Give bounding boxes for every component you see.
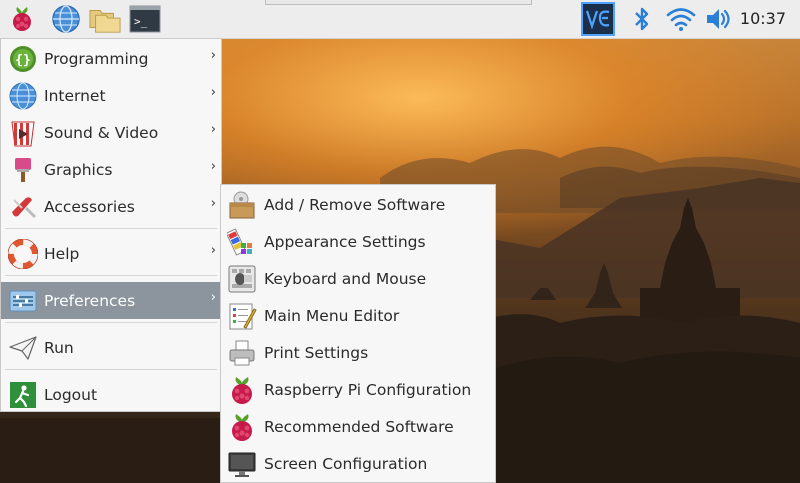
top-panel: >_ 10:37 (0, 0, 800, 39)
vnc-icon[interactable] (581, 2, 615, 36)
menu-item-logout[interactable]: Logout (1, 376, 221, 413)
menu-item-graphics[interactable]: Graphics › (1, 151, 221, 188)
svg-text:{}: {} (15, 53, 31, 68)
preferences-submenu: Add / Remove Software Appearance Setting… (220, 184, 496, 483)
chevron-right-icon: › (210, 122, 216, 137)
chevron-right-icon: › (210, 290, 216, 305)
wifi-icon[interactable] (665, 3, 697, 35)
menu-item-label: Graphics (44, 160, 113, 179)
printer-icon (226, 337, 258, 369)
menu-item-label: Screen Configuration (264, 454, 428, 473)
menu-item-screen-configuration[interactable]: Screen Configuration (221, 445, 495, 482)
menu-item-label: Raspberry Pi Configuration (264, 380, 472, 399)
logout-icon (7, 379, 39, 411)
internet-icon (7, 80, 39, 112)
terminal-icon[interactable]: >_ (129, 3, 161, 35)
keyboard-mouse-icon (226, 263, 258, 295)
bluetooth-icon[interactable] (626, 3, 658, 35)
application-menu: {} Programming › Internet › Sound & Vide… (0, 38, 222, 412)
menu-item-keyboard-and-mouse[interactable]: Keyboard and Mouse (221, 260, 495, 297)
chevron-right-icon: › (210, 243, 216, 258)
help-icon (7, 238, 39, 270)
web-browser-icon[interactable] (50, 3, 82, 35)
menu-item-label: Accessories (44, 197, 135, 216)
package-icon (226, 189, 258, 221)
chevron-right-icon: › (210, 48, 216, 63)
menu-item-label: Print Settings (264, 343, 369, 362)
menu-item-preferences[interactable]: Preferences › (1, 282, 221, 319)
accessories-icon (7, 191, 39, 223)
appearance-icon (226, 226, 258, 258)
menu-item-label: Help (44, 244, 80, 263)
volume-icon[interactable] (703, 3, 735, 35)
menu-item-label: Programming (44, 49, 149, 68)
file-manager-icon[interactable] (89, 3, 121, 35)
taskbar-window-list[interactable] (265, 0, 532, 5)
preferences-icon (7, 285, 39, 317)
menu-item-label: Appearance Settings (264, 232, 426, 251)
menu-item-recommended-software[interactable]: Recommended Software (221, 408, 495, 445)
menu-separator (5, 228, 217, 229)
raspberry-icon (226, 411, 258, 443)
raspberry-icon (226, 374, 258, 406)
menu-item-label: Run (44, 338, 74, 357)
menu-item-main-menu-editor[interactable]: Main Menu Editor (221, 297, 495, 334)
run-icon (7, 332, 39, 364)
menu-separator (5, 275, 217, 276)
menu-item-label: Main Menu Editor (264, 306, 400, 325)
menu-item-add-remove-software[interactable]: Add / Remove Software (221, 186, 495, 223)
menu-item-sound-video[interactable]: Sound & Video › (1, 114, 221, 151)
programming-icon: {} (7, 43, 39, 75)
menu-item-label: Keyboard and Mouse (264, 269, 427, 288)
clock[interactable]: 10:37 (740, 9, 786, 28)
menu-item-print-settings[interactable]: Print Settings (221, 334, 495, 371)
chevron-right-icon: › (210, 159, 216, 174)
menu-item-run[interactable]: Run (1, 329, 221, 366)
menu-item-label: Sound & Video (44, 123, 159, 142)
menu-item-internet[interactable]: Internet › (1, 77, 221, 114)
menu-item-programming[interactable]: {} Programming › (1, 40, 221, 77)
menu-item-accessories[interactable]: Accessories › (1, 188, 221, 225)
menu-item-label: Internet (44, 86, 106, 105)
menu-item-label: Preferences (44, 291, 136, 310)
menu-item-help[interactable]: Help › (1, 235, 221, 272)
chevron-right-icon: › (210, 196, 216, 211)
menu-item-label: Recommended Software (264, 417, 454, 436)
raspberry-menu-icon[interactable] (6, 3, 38, 35)
menu-separator (5, 369, 217, 370)
svg-text:>_: >_ (134, 15, 148, 28)
menu-editor-icon (226, 300, 258, 332)
menu-item-raspberry-pi-configuration[interactable]: Raspberry Pi Configuration (221, 371, 495, 408)
chevron-right-icon: › (210, 85, 216, 100)
menu-item-label: Logout (44, 385, 98, 404)
sound-video-icon (7, 117, 39, 149)
menu-item-label: Add / Remove Software (264, 195, 446, 214)
menu-separator (5, 322, 217, 323)
menu-item-appearance-settings[interactable]: Appearance Settings (221, 223, 495, 260)
monitor-icon (226, 448, 258, 480)
graphics-icon (7, 154, 39, 186)
